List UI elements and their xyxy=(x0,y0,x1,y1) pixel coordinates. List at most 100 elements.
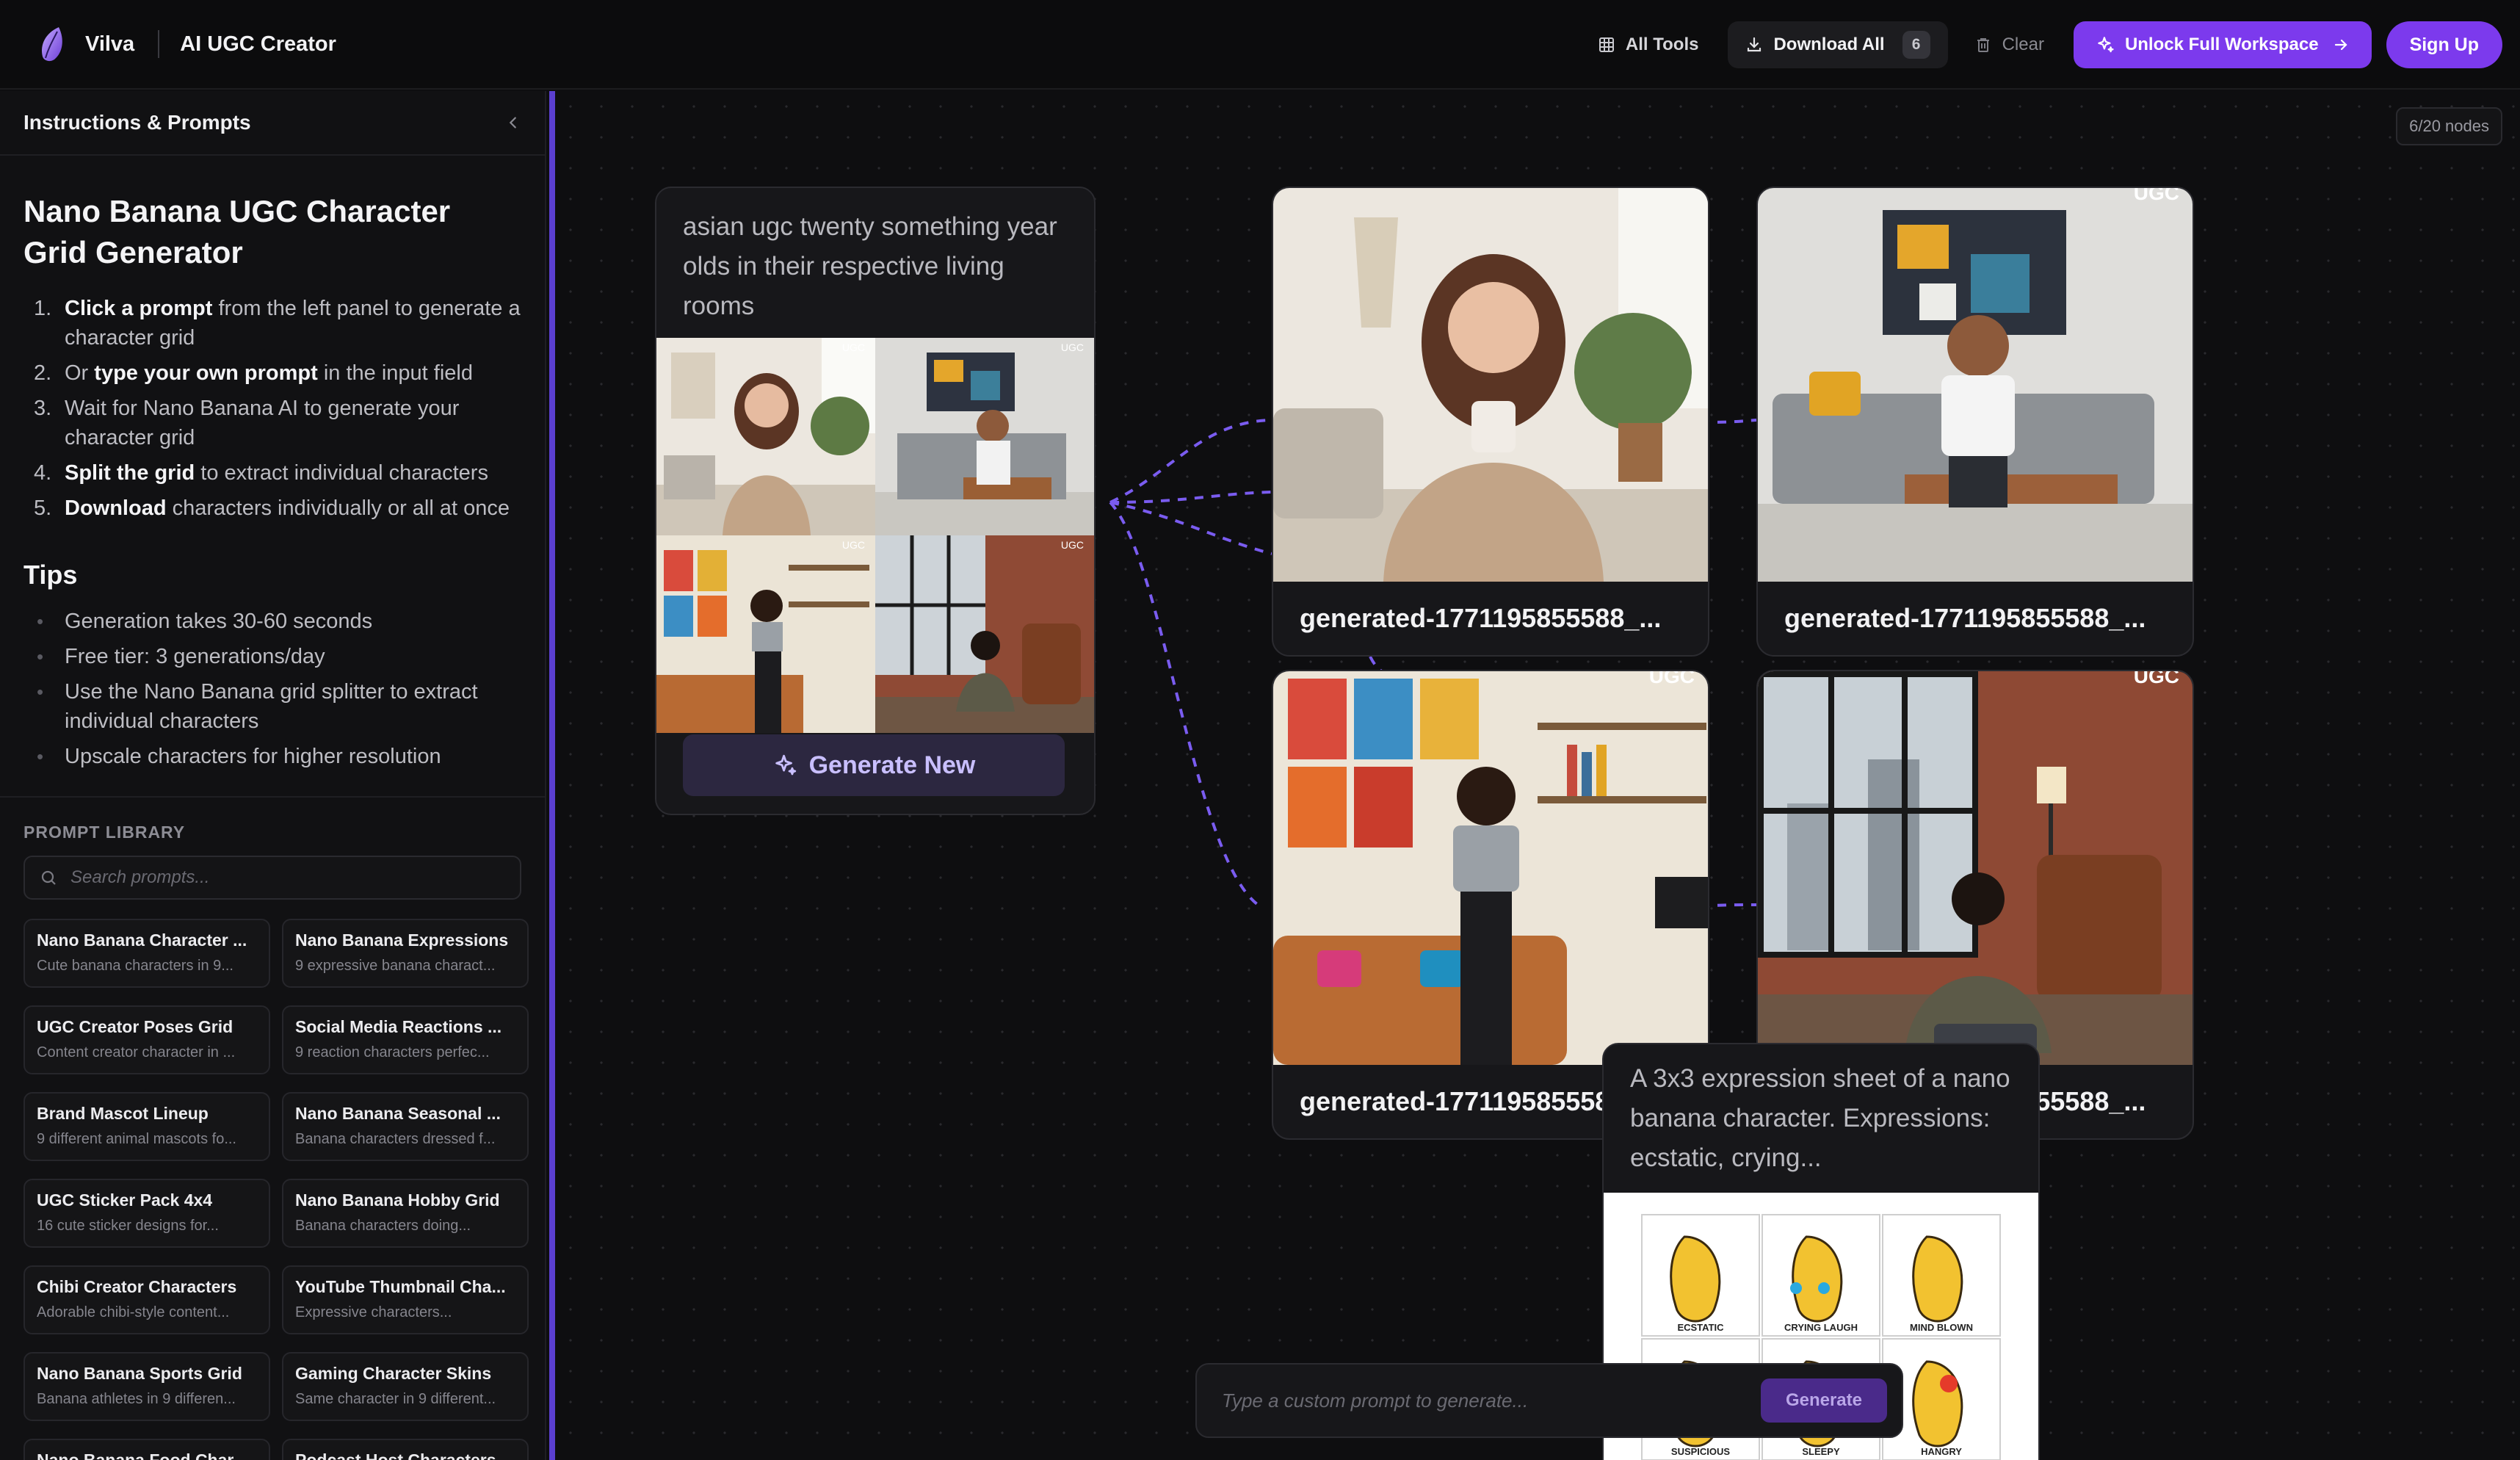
prompt-card[interactable]: UGC Creator Poses Grid Content creator ch… xyxy=(23,1005,270,1074)
custom-prompt-bar: Generate xyxy=(1195,1363,1903,1438)
clear-label: Clear xyxy=(2002,35,2044,54)
svg-text:UGC: UGC xyxy=(1061,341,1084,353)
generated-image: UGC xyxy=(1758,188,2193,582)
grid-cell-image: UGC xyxy=(875,338,1094,535)
image-caption: generated-1771195855588_... xyxy=(1784,603,2146,633)
download-all-label: Download All xyxy=(1773,35,1885,54)
prompt-card[interactable]: Nano Banana Seasonal ... Banana character… xyxy=(282,1092,529,1161)
edge xyxy=(1109,419,1272,504)
svg-text:UGC: UGC xyxy=(842,341,865,353)
prompt-node-text: asian ugc twenty something year olds in … xyxy=(683,212,1057,320)
custom-prompt-input[interactable] xyxy=(1220,1388,1761,1413)
svg-text:SUSPICIOUS: SUSPICIOUS xyxy=(1671,1446,1731,1457)
prompt-card[interactable]: Chibi Creator Characters Adorable chibi-s… xyxy=(23,1265,270,1334)
svg-text:UGC: UGC xyxy=(2134,188,2179,204)
grid-icon xyxy=(1598,37,1614,52)
tips-title: Tips xyxy=(23,560,78,590)
svg-text:CRYING LAUGH: CRYING LAUGH xyxy=(1784,1322,1858,1333)
generated-image: UGC xyxy=(1758,671,2193,1065)
svg-text:SLEEPY: SLEEPY xyxy=(1802,1446,1840,1457)
download-count-badge: 6 xyxy=(1902,31,1930,59)
all-tools-label: All Tools xyxy=(1625,35,1699,54)
prompt-card[interactable]: Gaming Character Skins Same character in … xyxy=(282,1352,529,1421)
svg-text:MIND BLOWN: MIND BLOWN xyxy=(1910,1322,1973,1333)
grid-cell-image: UGC xyxy=(656,535,875,733)
edge xyxy=(1109,501,1272,555)
prompt-node-text: A 3x3 expression sheet of a nano banana … xyxy=(1630,1064,2010,1172)
prompt-search[interactable] xyxy=(23,856,521,900)
generate-new-label: Generate New xyxy=(808,751,976,779)
grid-cell-image: UGC xyxy=(656,338,875,535)
prompt-card[interactable]: Nano Banana Character ... Cute banana cha… xyxy=(23,919,270,988)
tip-item: • Use the Nano Banana grid splitter to ex… xyxy=(37,680,478,733)
prompt-card[interactable]: Podcast Host Characters xyxy=(282,1439,529,1460)
image-caption: generated-1771195855588_... xyxy=(1300,603,1662,633)
instruction-step: 2. Or type your own prompt in the input f… xyxy=(34,361,473,385)
svg-text:HANGRY: HANGRY xyxy=(1921,1446,1962,1457)
tip-item: • Upscale characters for higher resolutio… xyxy=(37,745,441,768)
sidebar-resize-handle[interactable] xyxy=(549,91,555,1460)
instruction-step: 1. Click a prompt from the left panel to … xyxy=(34,297,521,350)
unlock-label: Unlock Full Workspace xyxy=(2124,35,2319,54)
generated-image: UGC xyxy=(1758,671,2193,1065)
svg-text:UGC: UGC xyxy=(842,539,865,551)
brand-name: Vilva xyxy=(85,32,135,56)
tip-item: • Generation takes 30-60 seconds xyxy=(37,610,373,633)
prompt-search-input[interactable] xyxy=(69,867,510,889)
brand-divider xyxy=(158,30,160,58)
sparkle-icon xyxy=(775,754,796,776)
workflow-canvas[interactable]: 6/20 nodes asian ugc twenty something ye… xyxy=(555,91,2520,1460)
prompt-node[interactable]: asian ugc twenty something year olds in … xyxy=(655,187,1096,815)
sidebar-content: Nano Banana UGC Character Grid Generator… xyxy=(0,191,545,1460)
edge xyxy=(1109,491,1272,504)
prompt-card[interactable]: Nano Banana Expressions 9 expressive bana… xyxy=(282,919,529,988)
prompt-card[interactable]: Social Media Reactions ... 9 reaction cha… xyxy=(282,1005,529,1074)
sparkle-icon xyxy=(2098,37,2114,53)
unlock-workspace-button[interactable]: Unlock Full Workspace xyxy=(2073,21,2372,68)
instruction-step: 3. Wait for Nano Banana AI to generate yo… xyxy=(34,397,460,449)
collapse-chevron-icon[interactable] xyxy=(505,115,521,131)
arrow-right-icon xyxy=(2334,39,2347,51)
generate-new-button[interactable]: Generate New xyxy=(683,734,1065,796)
prompt-card[interactable]: Nano Banana Sports Grid Banana athletes i… xyxy=(23,1352,270,1421)
logo-icon xyxy=(41,27,62,62)
sidebar-title: Nano Banana UGC Character Grid Generator xyxy=(23,194,451,270)
image-node[interactable]: UGC generated-1771195855588_... xyxy=(1756,187,2194,657)
generate-button[interactable]: Generate xyxy=(1760,1378,1887,1423)
image-node[interactable]: generated-1771195855588_... xyxy=(1272,187,1709,657)
search-icon xyxy=(41,870,56,885)
prompt-card[interactable]: Brand Mascot Lineup 9 different animal ma… xyxy=(23,1092,270,1161)
top-bar: Vilva AI UGC Creator All Tools Download … xyxy=(0,0,2520,90)
prompt-card[interactable]: YouTube Thumbnail Cha... Expressive chara… xyxy=(282,1265,529,1334)
prompt-card[interactable]: Nano Banana Food Char... xyxy=(23,1439,270,1460)
sidebar-divider xyxy=(0,796,545,798)
prompt-card[interactable]: Nano Banana Hobby Grid Banana characters … xyxy=(282,1179,529,1248)
svg-text:ECSTATIC: ECSTATIC xyxy=(1677,1322,1724,1333)
instructions-list: 1. Click a prompt from the left panel to … xyxy=(23,294,521,523)
all-tools-button[interactable]: All Tools xyxy=(1580,21,1717,68)
generated-image xyxy=(1273,188,1708,582)
instruction-step: 5. Download characters individually or al… xyxy=(34,496,510,520)
top-actions: All Tools Download All 6 Clear Unlock Fu… xyxy=(1580,0,2502,90)
clear-button[interactable]: Clear xyxy=(1957,21,2062,68)
tips-list: • Generation takes 30-60 seconds • Free ti… xyxy=(23,607,521,771)
generated-image xyxy=(1273,188,1708,582)
svg-text:UGC: UGC xyxy=(1061,539,1084,551)
edge xyxy=(1369,656,1383,673)
prompt-library-grid: Nano Banana Character ... Cute banana cha… xyxy=(23,919,529,1460)
trash-icon xyxy=(1977,38,1989,52)
instruction-step: 4. Split the grid to extract individual c… xyxy=(34,461,488,485)
sidebar-header-title: Instructions & Prompts xyxy=(23,111,251,134)
generated-image: UGC xyxy=(1273,671,1708,1065)
app-name: AI UGC Creator xyxy=(180,32,336,56)
generated-grid-preview[interactable]: UGC UGC UGC UGC xyxy=(656,338,1094,733)
brand[interactable]: Vilva AI UGC Creator xyxy=(0,0,336,88)
download-all-button[interactable]: Download All 6 xyxy=(1728,21,1948,68)
svg-text:UGC: UGC xyxy=(2134,671,2179,687)
generated-image: UGC xyxy=(1273,671,1708,1065)
download-icon xyxy=(1748,37,1762,52)
prompt-library-label: PROMPT LIBRARY xyxy=(23,823,186,842)
svg-text:UGC: UGC xyxy=(1649,671,1695,687)
prompt-card[interactable]: UGC Sticker Pack 4x4 16 cute sticker desi… xyxy=(23,1179,270,1248)
sign-up-button[interactable]: Sign Up xyxy=(2386,21,2502,68)
